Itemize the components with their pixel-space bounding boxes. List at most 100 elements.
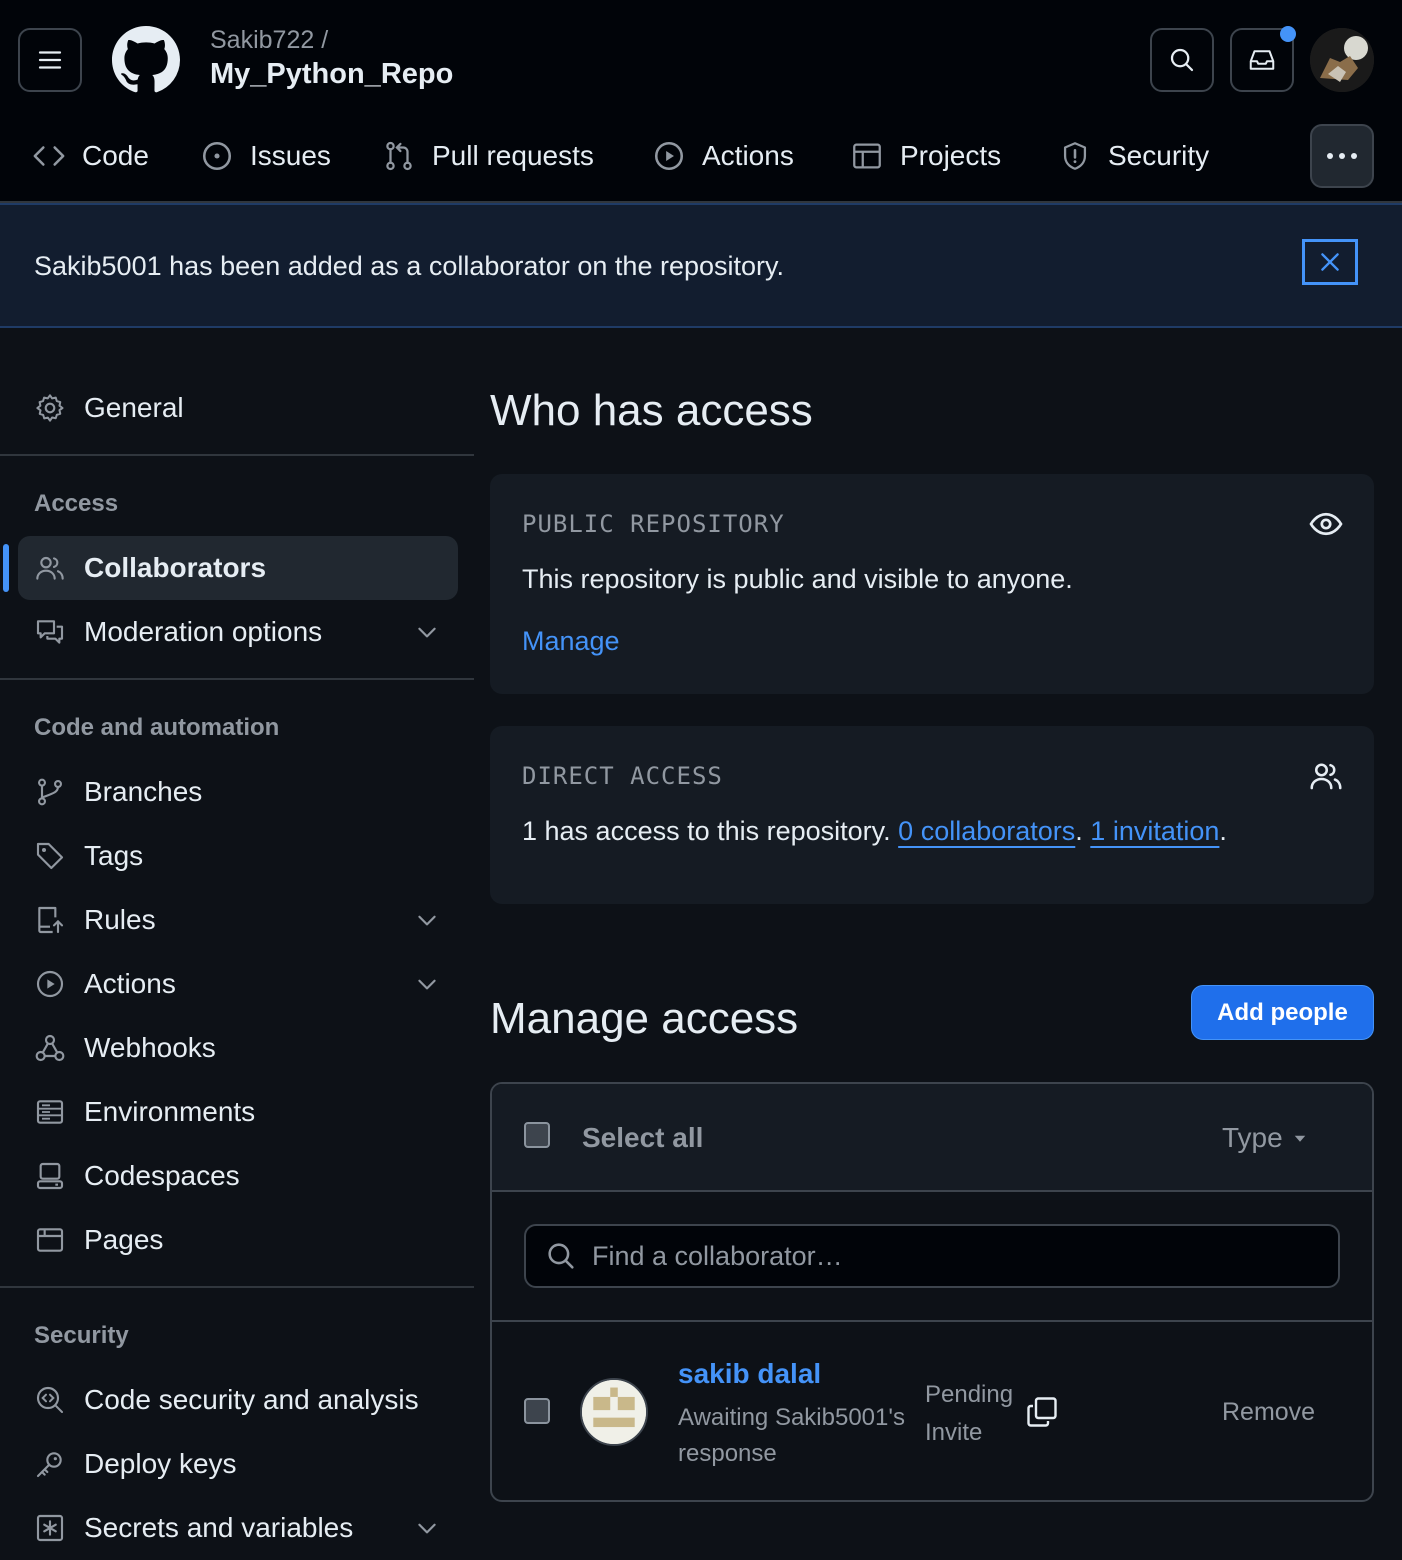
sidebar-item-codespaces[interactable]: Codespaces	[18, 1144, 458, 1208]
member-checkbox[interactable]	[524, 1398, 550, 1424]
sidebar-item-label: Tags	[84, 840, 144, 871]
table-icon	[853, 143, 881, 169]
direct-access-prefix: 1 has access to this repository.	[522, 816, 899, 846]
tab-label: Actions	[702, 140, 794, 171]
pending-invite-badge: Pending Invite	[925, 1376, 1013, 1452]
chevron-down-icon	[418, 1523, 436, 1534]
collaborators-table: Select all Type sakib dalal Awaiting Sak…	[490, 1082, 1374, 1502]
hamburger-icon	[38, 51, 62, 69]
member-avatar[interactable]	[580, 1378, 648, 1446]
badge-line: Invite	[925, 1419, 983, 1446]
member-name-link[interactable]: sakib dalal	[678, 1358, 821, 1390]
people-icon	[36, 556, 64, 580]
sidebar-heading-access: Access	[34, 490, 119, 517]
tab-label: Pull requests	[432, 140, 594, 171]
sidebar-item-label: Deploy keys	[84, 1448, 237, 1479]
app-header: Sakib722 / My_Python_Repo Code Issues Pu…	[0, 0, 1402, 203]
git-branch-icon	[37, 778, 63, 806]
kebab-dot	[1339, 153, 1345, 159]
sidebar-item-branches[interactable]: Branches	[18, 760, 458, 824]
type-filter-dropdown[interactable]: Type	[1222, 1122, 1309, 1154]
collaborator-search-input[interactable]	[592, 1240, 1292, 1272]
gear-icon	[36, 394, 64, 422]
tab-label: Issues	[250, 140, 331, 171]
chevron-down-icon	[418, 979, 436, 990]
kebab-dot	[1351, 153, 1357, 159]
tab-actions[interactable]: Actions	[652, 128, 794, 184]
sidebar-item-secrets[interactable]: Secrets and variables	[18, 1496, 458, 1560]
sidebar-divider	[0, 1286, 474, 1288]
remove-member-button[interactable]: Remove	[1222, 1398, 1315, 1427]
menu-button[interactable]	[18, 28, 82, 92]
sidebar-item-actions[interactable]: Actions	[18, 952, 458, 1016]
sidebar-item-webhooks[interactable]: Webhooks	[18, 1016, 458, 1080]
sidebar-item-pages[interactable]: Pages	[18, 1208, 458, 1272]
asterisk-icon	[36, 1514, 64, 1542]
people-icon	[1310, 763, 1342, 790]
tab-pull-requests[interactable]: Pull requests	[382, 128, 594, 184]
pull-request-icon	[386, 141, 412, 171]
sidebar-item-deploy-keys[interactable]: Deploy keys	[18, 1432, 458, 1496]
notification-dot	[1280, 26, 1296, 42]
select-all-checkbox[interactable]	[524, 1122, 550, 1148]
collaborator-search[interactable]	[524, 1224, 1340, 1288]
invitations-count-link[interactable]: 1 invitation	[1090, 816, 1219, 846]
search-icon	[1170, 48, 1194, 72]
key-icon	[36, 1452, 62, 1478]
member-status-line: Awaiting Sakib5001's	[678, 1404, 905, 1431]
shield-icon	[1063, 142, 1087, 170]
copy-icon[interactable]	[1024, 1394, 1060, 1430]
sidebar-divider	[0, 454, 474, 456]
sidebar-item-general[interactable]: General	[18, 376, 458, 440]
sidebar-item-environments[interactable]: Environments	[18, 1080, 458, 1144]
more-tabs-button[interactable]	[1310, 124, 1374, 188]
badge-line: Pending	[925, 1381, 1014, 1408]
direct-access-separator: .	[1075, 816, 1091, 846]
search-icon	[548, 1243, 574, 1269]
search-button[interactable]	[1150, 28, 1214, 92]
collaborators-count-link[interactable]: 0 collaborators	[898, 816, 1075, 846]
who-has-access-title: Who has access	[490, 386, 813, 435]
sidebar-divider	[0, 678, 474, 680]
sidebar-item-label: General	[84, 392, 184, 423]
public-repository-box: PUBLIC REPOSITORY This repository is pub…	[490, 474, 1374, 694]
sidebar-item-label: Code security and analysis	[84, 1384, 419, 1415]
sidebar-item-collaborators[interactable]: Collaborators	[18, 536, 458, 600]
browser-icon	[36, 1228, 64, 1252]
chevron-down-icon	[418, 627, 436, 638]
add-people-button[interactable]: Add people	[1191, 985, 1374, 1040]
repo-owner-link[interactable]: Sakib722 /	[210, 26, 328, 55]
triangle-down-icon	[1294, 1135, 1305, 1142]
sidebar-item-label: Collaborators	[84, 552, 267, 583]
select-all-label: Select all	[582, 1122, 704, 1153]
sidebar-item-tags[interactable]: Tags	[18, 824, 458, 888]
tab-issues[interactable]: Issues	[200, 128, 331, 184]
tab-code[interactable]: Code	[32, 128, 149, 184]
tab-security[interactable]: Security	[1058, 128, 1209, 184]
sidebar-item-label: Codespaces	[84, 1160, 240, 1191]
issue-icon	[202, 141, 232, 171]
sidebar-item-code-security[interactable]: Code security and analysis	[18, 1368, 458, 1432]
flash-close-button[interactable]	[1302, 239, 1358, 285]
code-icon	[33, 146, 65, 166]
user-avatar[interactable]	[1310, 28, 1374, 92]
manage-visibility-link[interactable]: Manage	[522, 626, 620, 657]
sidebar-item-moderation[interactable]: Moderation options	[18, 600, 458, 664]
direct-access-box: DIRECT ACCESS 1 has access to this repos…	[490, 726, 1374, 904]
github-logo-icon[interactable]	[112, 26, 180, 94]
sidebar-item-label: Actions	[84, 968, 176, 999]
sidebar-item-label: Webhooks	[84, 1032, 216, 1063]
sidebar-item-label: Branches	[84, 776, 203, 807]
repo-name-link[interactable]: My_Python_Repo	[210, 58, 453, 91]
tab-projects[interactable]: Projects	[850, 128, 1001, 184]
flash-banner: Sakib5001 has been added as a collaborat…	[0, 203, 1402, 328]
member-status-line: response	[678, 1440, 777, 1467]
direct-access-summary: 1 has access to this repository. 0 colla…	[522, 816, 1227, 847]
tab-label: Security	[1108, 140, 1210, 171]
identicon-icon	[582, 1380, 646, 1444]
search-row	[492, 1192, 1372, 1322]
repo-push-icon	[38, 906, 64, 934]
close-icon	[1321, 253, 1339, 271]
sidebar-item-rules[interactable]: Rules	[18, 888, 458, 952]
webhook-icon	[35, 1034, 65, 1062]
